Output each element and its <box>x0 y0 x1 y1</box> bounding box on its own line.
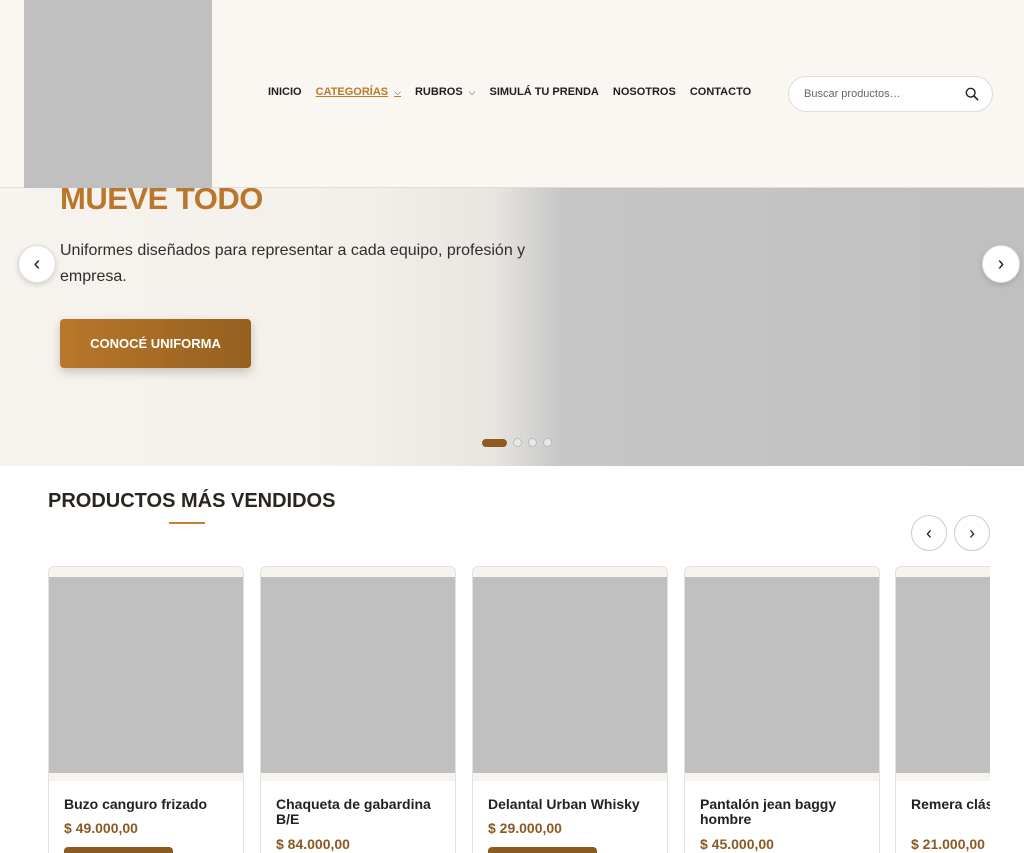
site-header: INICIO CATEGORÍAS ⌵ RUBROS ⌵ SIMULÁ TU PRE… <box>0 0 1024 188</box>
hero-prev-button[interactable]: ‹ <box>18 245 56 283</box>
card-top-band <box>261 567 455 577</box>
nav-item-categorias[interactable]: CATEGORÍAS ⌵ <box>316 86 401 98</box>
slider-dots <box>482 438 552 447</box>
chevron-down-icon: ⌵ <box>468 86 476 97</box>
slider-dot-3[interactable] <box>528 438 537 447</box>
product-name[interactable]: Delantal Urban Whisky <box>488 797 658 812</box>
slider-dot-2[interactable] <box>513 438 522 447</box>
card-band <box>49 773 243 781</box>
product-name[interactable]: Pantalón jean baggy hombre <box>700 797 870 827</box>
product-price: $ 29.000,00 <box>488 820 562 836</box>
add-to-cart-button[interactable] <box>488 847 597 853</box>
product-card[interactable]: Delantal Urban Whisky $ 29.000,00 <box>472 566 668 853</box>
product-price: $ 84.000,00 <box>276 836 350 852</box>
card-top-band <box>896 567 990 577</box>
hero-title: MUEVE TODO <box>60 188 263 216</box>
hero-cta-button[interactable]: CONOCÉ UNIFORMA <box>60 319 251 368</box>
card-band <box>896 773 990 781</box>
site-logo[interactable] <box>24 0 212 188</box>
product-card[interactable]: Pantalón jean baggy hombre $ 45.000,00 <box>684 566 880 853</box>
card-top-band <box>473 567 667 577</box>
product-image[interactable] <box>261 577 455 773</box>
chevron-down-icon: ⌵ <box>394 86 401 97</box>
main-nav: INICIO CATEGORÍAS ⌵ RUBROS ⌵ SIMULÁ TU PRE… <box>268 86 765 98</box>
nav-item-nosotros[interactable]: NOSOTROS <box>613 86 676 98</box>
product-price: $ 45.000,00 <box>700 836 774 852</box>
slider-dot-1[interactable] <box>482 438 507 447</box>
nav-item-simula-tu-prenda[interactable]: SIMULÁ TU PRENDA <box>489 86 598 98</box>
product-image[interactable] <box>473 577 667 773</box>
product-card[interactable]: Chaqueta de gabardina B/E $ 84.000,00 <box>260 566 456 853</box>
products-next-button[interactable]: › <box>954 515 990 551</box>
search-input[interactable] <box>804 88 954 100</box>
card-band <box>473 773 667 781</box>
search-icon[interactable] <box>965 87 979 101</box>
section-title: PRODUCTOS MÁS VENDIDOS <box>48 490 336 512</box>
product-price: $ 49.000,00 <box>64 820 138 836</box>
product-card[interactable]: Remera clásica 24/1 $ 21.000,00 <box>895 566 990 853</box>
product-image[interactable] <box>896 577 990 773</box>
hero-next-button[interactable]: › <box>982 245 1020 283</box>
card-top-band <box>49 567 243 577</box>
nav-item-rubros[interactable]: RUBROS ⌵ <box>415 86 476 98</box>
card-band <box>685 773 879 781</box>
search-box <box>788 76 993 112</box>
hero-slider: MUEVE TODO Uniformes diseñados para repr… <box>0 188 1024 466</box>
card-band <box>261 773 455 781</box>
add-to-cart-button[interactable] <box>64 847 173 853</box>
card-top-band <box>685 567 879 577</box>
product-name[interactable]: Chaqueta de gabardina B/E <box>276 797 446 827</box>
slider-dot-4[interactable] <box>543 438 552 447</box>
product-image[interactable] <box>49 577 243 773</box>
hero-text: Uniformes diseñados para representar a c… <box>60 242 526 285</box>
nav-item-inicio[interactable]: INICIO <box>268 86 302 98</box>
product-name[interactable]: Remera clásica 24/1 <box>911 797 990 812</box>
product-card[interactable]: Buzo canguro frizado $ 49.000,00 <box>48 566 244 853</box>
product-carousel: Buzo canguro frizado $ 49.000,00 Chaquet… <box>48 566 990 853</box>
product-price: $ 21.000,00 <box>911 836 985 852</box>
product-name[interactable]: Buzo canguro frizado <box>64 797 234 812</box>
nav-item-contacto[interactable]: CONTACTO <box>690 86 751 98</box>
title-underline <box>169 522 205 524</box>
product-image[interactable] <box>685 577 879 773</box>
products-prev-button[interactable]: ‹ <box>911 515 947 551</box>
